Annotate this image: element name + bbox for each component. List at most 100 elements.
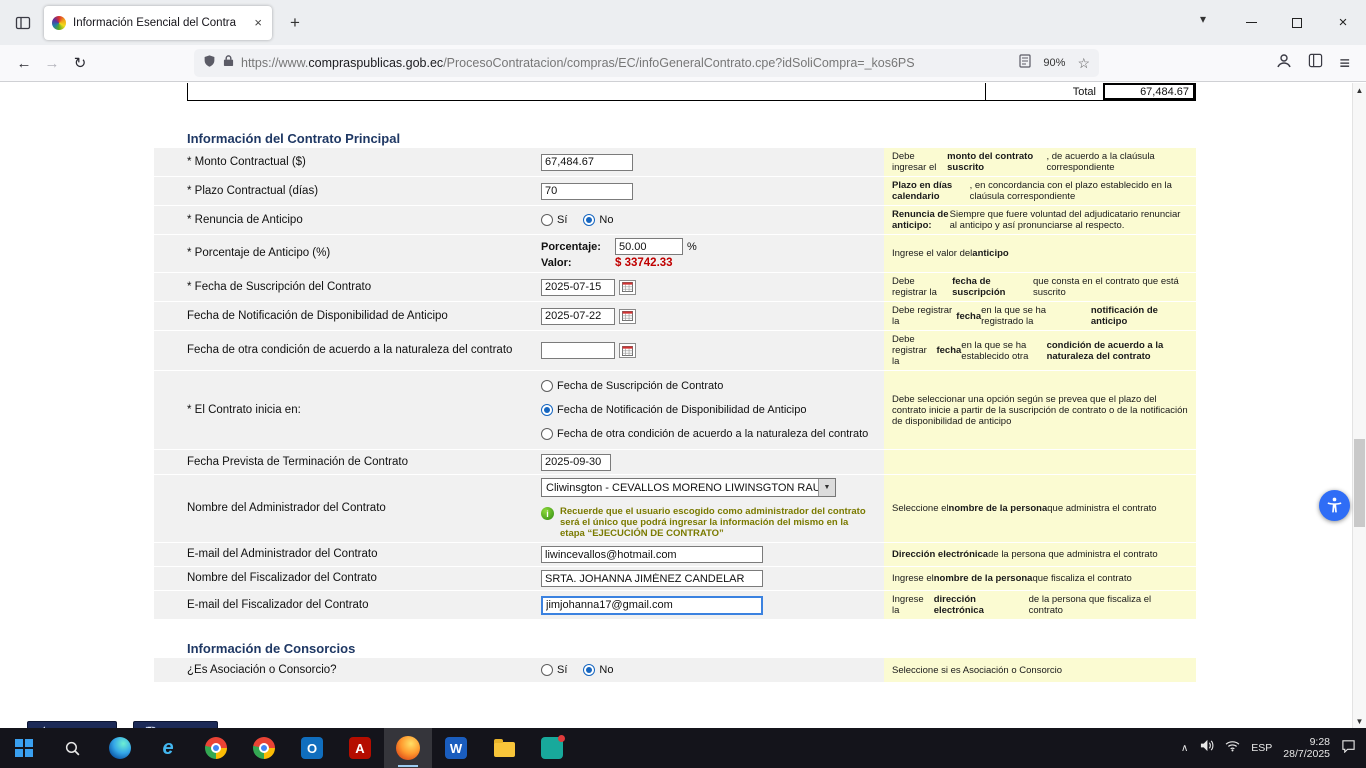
url-bar[interactable]: https://www.compraspublicas.gob.ec/Proce… — [194, 49, 1099, 77]
list-all-tabs-icon[interactable]: ▾ — [1200, 12, 1206, 26]
url-text[interactable]: https://www.compraspublicas.gob.ec/Proce… — [241, 56, 1012, 70]
inicia-suscripcion-label: Fecha de Suscripción de Contrato — [557, 380, 723, 392]
guardar-button[interactable]: Guardar — [133, 721, 218, 728]
taskbar-date: 28/7/2025 — [1283, 748, 1330, 760]
label-monto: * Monto Contractual ($) — [154, 148, 535, 176]
renuncia-no-radio[interactable] — [583, 214, 595, 226]
row-fecha-notificacion: Fecha de Notificación de Disponibilidad … — [154, 301, 1196, 330]
browser-tab[interactable]: Información Esencial del Contra × — [44, 6, 272, 40]
taskbar-chrome[interactable] — [192, 728, 240, 768]
email-fiscalizador-input[interactable] — [541, 596, 763, 615]
monto-input[interactable] — [541, 154, 633, 171]
regresar-button[interactable]: Regresar — [27, 721, 117, 728]
help-email-fiscalizador: Ingrese la dirección electrónica de la p… — [884, 591, 1196, 619]
inicia-otra-radio[interactable] — [541, 428, 553, 440]
messaging-app-icon — [541, 737, 563, 759]
new-tab-button[interactable]: + — [284, 13, 306, 33]
lock-icon[interactable] — [223, 54, 234, 72]
totals-table-fragment: Total 67,484.67 — [187, 83, 1196, 101]
firefox-view-icon[interactable] — [8, 8, 38, 38]
administrador-note: i Recuerde que el usuario escogido como … — [541, 506, 873, 539]
zoom-level-button[interactable]: 90% — [1038, 55, 1070, 71]
bookmark-star-icon[interactable]: ☆ — [1077, 55, 1090, 72]
inicia-suscripcion-radio[interactable] — [541, 380, 553, 392]
browser-window: Información Esencial del Contra × + ▾ × … — [0, 0, 1366, 728]
fecha-notificacion-input[interactable] — [541, 308, 615, 325]
taskbar-clock[interactable]: 9:28 28/7/2025 — [1283, 736, 1330, 760]
menu-icon[interactable]: ≡ — [1339, 53, 1350, 74]
fecha-otra-calendar-icon[interactable] — [619, 343, 636, 358]
system-tray: ∧ ESP 9:28 28/7/2025 — [1181, 736, 1366, 760]
fiscalizador-input[interactable] — [541, 570, 763, 587]
reload-icon[interactable]: ↻ — [66, 54, 94, 72]
reader-view-icon[interactable] — [1019, 54, 1031, 73]
taskbar-explorer[interactable] — [480, 728, 528, 768]
label-fecha-suscripcion: * Fecha de Suscripción del Contrato — [154, 273, 535, 301]
administrador-select[interactable]: Cliwinsgton - CEVALLOS MORENO LIWINSGTON… — [541, 478, 836, 497]
scrollbar-thumb[interactable] — [1354, 439, 1365, 527]
site-favicon — [52, 16, 66, 30]
row-fecha-otra: Fecha de otra condición de acuerdo a la … — [154, 330, 1196, 370]
fecha-notificacion-calendar-icon[interactable] — [619, 309, 636, 324]
inicia-notificacion-radio[interactable] — [541, 404, 553, 416]
language-indicator[interactable]: ESP — [1251, 742, 1272, 754]
row-consorcio: ¿Es Asociación o Consorcio? Sí No Selecc… — [154, 658, 1196, 682]
accessibility-widget-button[interactable] — [1319, 490, 1350, 521]
volume-icon[interactable] — [1199, 739, 1214, 757]
row-renuncia: * Renuncia de Anticipo Sí No Renuncia de… — [154, 205, 1196, 234]
valor-sublabel: Valor: — [541, 257, 611, 269]
tracking-shield-icon[interactable] — [203, 54, 216, 73]
taskbar-ie[interactable]: e — [144, 728, 192, 768]
renuncia-si-label: Sí — [557, 214, 567, 226]
extensions-icon[interactable] — [1308, 53, 1323, 73]
account-icon[interactable] — [1276, 53, 1292, 74]
porcentaje-sublabel: Porcentaje: — [541, 241, 611, 253]
consorcio-si-radio[interactable] — [541, 664, 553, 676]
label-fecha-otra: Fecha de otra condición de acuerdo a la … — [154, 331, 535, 370]
taskbar-outlook[interactable]: O — [288, 728, 336, 768]
tray-chevron-icon[interactable]: ∧ — [1181, 743, 1188, 754]
chevron-down-icon[interactable]: ▼ — [818, 479, 835, 496]
forward-icon[interactable]: → — [38, 55, 66, 72]
renuncia-no-label: No — [599, 214, 613, 226]
taskbar-edge[interactable] — [96, 728, 144, 768]
row-fecha-suscripcion: * Fecha de Suscripción del Contrato Debe… — [154, 272, 1196, 301]
fecha-otra-input[interactable] — [541, 342, 615, 359]
chrome-icon — [205, 737, 227, 759]
label-plazo: * Plazo Contractual (días) — [154, 177, 535, 205]
porcentaje-input[interactable] — [615, 238, 683, 255]
window-minimize-button[interactable] — [1228, 0, 1274, 45]
acrobat-icon: A — [349, 737, 371, 759]
consorcio-no-label: No — [599, 664, 613, 676]
taskbar-firefox[interactable] — [384, 728, 432, 768]
taskbar-messaging-app[interactable] — [528, 728, 576, 768]
back-icon[interactable]: ← — [10, 55, 38, 72]
plazo-input[interactable] — [541, 183, 633, 200]
start-button[interactable] — [0, 728, 48, 768]
taskbar-acrobat[interactable]: A — [336, 728, 384, 768]
tab-close-icon[interactable]: × — [252, 15, 264, 30]
taskbar-chrome-2[interactable] — [240, 728, 288, 768]
taskbar-search-button[interactable] — [48, 728, 96, 768]
file-explorer-icon — [494, 742, 515, 757]
label-consorcio: ¿Es Asociación o Consorcio? — [154, 658, 535, 682]
label-contrato-inicia: * El Contrato inicia en: — [154, 371, 535, 449]
contract-form: * Monto Contractual ($) Debe ingresar el… — [154, 148, 1196, 619]
scroll-down-icon[interactable]: ▼ — [1353, 714, 1366, 728]
network-icon[interactable] — [1225, 739, 1240, 757]
fecha-suscripcion-input[interactable] — [541, 279, 615, 296]
page-scrollbar[interactable]: ▲ ▼ — [1352, 83, 1366, 728]
help-monto: Debe ingresar el monto del contrato susc… — [884, 148, 1196, 176]
email-administrador-input[interactable] — [541, 546, 763, 563]
action-center-icon[interactable] — [1341, 739, 1356, 758]
taskbar-word[interactable]: W — [432, 728, 480, 768]
row-email-administrador: E-mail del Administrador del Contrato Di… — [154, 542, 1196, 566]
consorcio-no-radio[interactable] — [583, 664, 595, 676]
scroll-up-icon[interactable]: ▲ — [1353, 83, 1366, 97]
fecha-suscripcion-calendar-icon[interactable] — [619, 280, 636, 295]
window-maximize-button[interactable] — [1274, 0, 1320, 45]
action-buttons: Regresar Guardar — [27, 721, 1352, 728]
renuncia-si-radio[interactable] — [541, 214, 553, 226]
window-close-button[interactable]: × — [1320, 0, 1366, 45]
fecha-prevista-input[interactable] — [541, 454, 611, 471]
